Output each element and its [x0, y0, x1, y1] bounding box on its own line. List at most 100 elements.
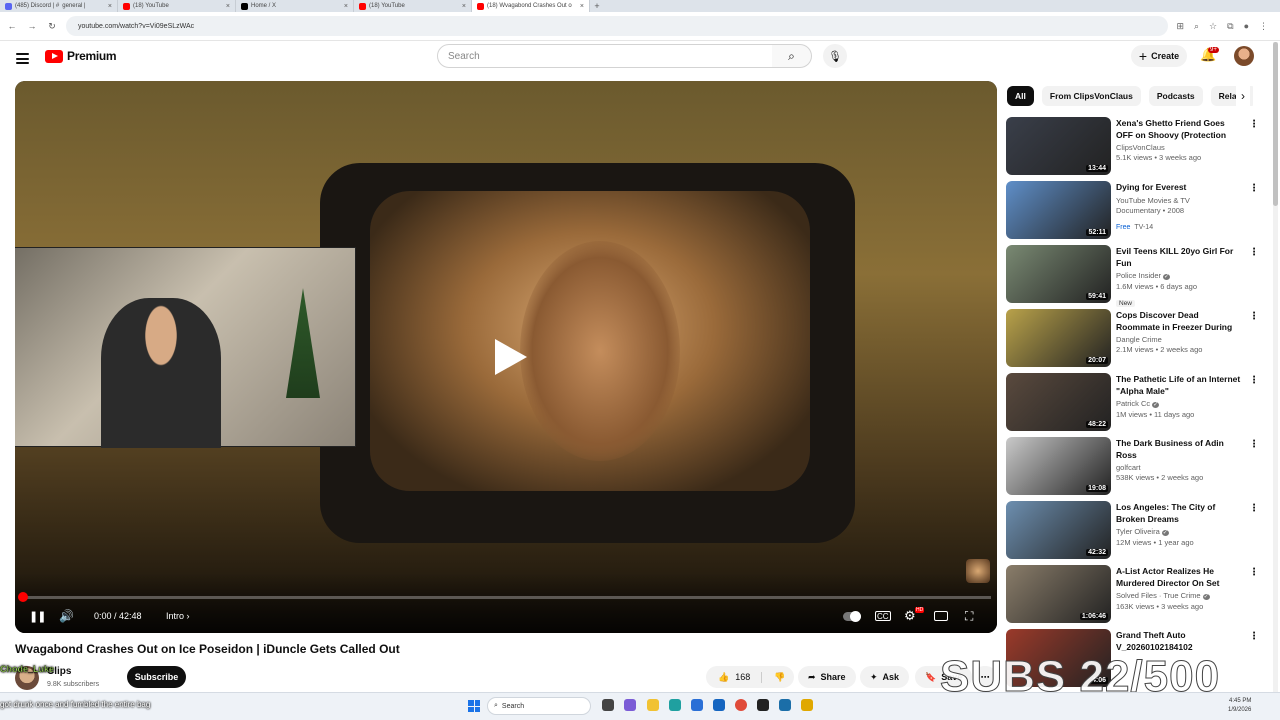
- windows-start-icon[interactable]: [468, 700, 480, 712]
- scrollbar-thumb[interactable]: [1273, 42, 1278, 206]
- video-thumbnail[interactable]: 19:08: [1006, 437, 1111, 495]
- chrome-icon[interactable]: [735, 699, 747, 711]
- address-bar[interactable]: youtube.com/watch?v=Vi09eSLzWAc: [66, 16, 1169, 36]
- recommendation-title[interactable]: Dying for Everest: [1116, 182, 1244, 194]
- video-thumbnail[interactable]: 48:22: [1006, 373, 1111, 431]
- more-options-icon[interactable]: ⋮: [1249, 183, 1259, 194]
- recommendation-item[interactable]: 42:32 Los Angeles: The City of Broken Dre…: [1006, 501, 1268, 565]
- settings-gear-icon[interactable]: ⚙: [904, 607, 916, 625]
- progress-bar[interactable]: [21, 596, 991, 599]
- recommendation-channel[interactable]: YouTube Movies & TV: [1116, 196, 1244, 206]
- forward-icon[interactable]: →: [26, 21, 38, 31]
- recommendation-channel[interactable]: Police Insider ✓: [1116, 271, 1244, 282]
- taskbar-clock[interactable]: 4:45 PM 1/9/2026: [1228, 697, 1251, 715]
- tab-close-icon[interactable]: ×: [462, 3, 466, 10]
- tab-close-icon[interactable]: ×: [580, 3, 584, 10]
- video-thumbnail[interactable]: 20:07: [1006, 309, 1111, 367]
- recommendation-title[interactable]: A-List Actor Realizes He Murdered Direct…: [1116, 566, 1244, 589]
- recommendation-item[interactable]: 48:22 The Pathetic Life of an Internet "A…: [1006, 373, 1268, 437]
- autoplay-toggle[interactable]: [843, 611, 861, 622]
- app-icon[interactable]: [801, 699, 813, 711]
- recommendation-channel[interactable]: Patrick Cc ✓: [1116, 399, 1244, 410]
- video-player[interactable]: ❚❚ 🔊 0:00 / 42:48 Intro › CC ⚙ HD ⛶: [15, 81, 997, 633]
- captions-button[interactable]: CC: [875, 611, 891, 621]
- recommendation-channel[interactable]: ClipsVonClaus: [1116, 143, 1244, 153]
- recommendation-title[interactable]: Los Angeles: The City of Broken Dreams: [1116, 502, 1244, 525]
- tab-close-icon[interactable]: ×: [226, 3, 230, 10]
- recommendation-item[interactable]: 13:44 Xena's Ghetto Friend Goes OFF on Sh…: [1006, 117, 1268, 181]
- install-icon[interactable]: ⊞: [1176, 21, 1184, 32]
- filter-chip[interactable]: From ClipsVonClaus: [1041, 86, 1141, 106]
- tab-close-icon[interactable]: ×: [108, 3, 112, 10]
- browser-tab[interactable]: Home / X ×: [236, 0, 354, 12]
- tab-close-icon[interactable]: ×: [344, 3, 348, 10]
- recommendation-channel[interactable]: Solved Files · True Crime ✓: [1116, 591, 1244, 602]
- subscribe-button[interactable]: Subscribe: [127, 666, 186, 688]
- youtube-premium-logo[interactable]: Premium: [45, 49, 117, 63]
- account-avatar[interactable]: [1234, 46, 1254, 66]
- edge-icon[interactable]: [669, 699, 681, 711]
- play-icon[interactable]: [491, 337, 527, 377]
- recommendation-title[interactable]: Xena's Ghetto Friend Goes OFF on Shoovy …: [1116, 118, 1244, 141]
- create-button[interactable]: + Create: [1131, 45, 1187, 67]
- recommendation-title[interactable]: Grand Theft Auto V_20260102184102: [1116, 630, 1244, 653]
- steam-icon[interactable]: [779, 699, 791, 711]
- file-explorer-icon[interactable]: [647, 699, 659, 711]
- zoom-icon[interactable]: ⌕: [1194, 21, 1199, 32]
- browser-tab[interactable]: (485) Discord | # general | ×: [0, 0, 118, 12]
- recommendation-title[interactable]: The Pathetic Life of an Internet "Alpha …: [1116, 374, 1244, 397]
- more-options-icon[interactable]: ⋮: [1249, 311, 1259, 322]
- video-thumbnail[interactable]: 52:11: [1006, 181, 1111, 239]
- filter-chip[interactable]: All: [1007, 86, 1034, 106]
- obs-icon[interactable]: [757, 699, 769, 711]
- video-thumbnail[interactable]: 1:06:46: [1006, 565, 1111, 623]
- extensions-icon[interactable]: ⧉: [1227, 21, 1233, 32]
- search-input[interactable]: Search: [437, 44, 773, 68]
- browser-tab[interactable]: (18) Wvagabond Crashes Out o ×: [472, 0, 590, 12]
- new-tab-button[interactable]: +: [590, 0, 604, 12]
- browser-tab[interactable]: (18) YouTube ×: [354, 0, 472, 12]
- more-options-icon[interactable]: ⋮: [1249, 375, 1259, 386]
- theater-mode-button[interactable]: [934, 611, 948, 621]
- ask-button[interactable]: ✦ Ask: [860, 666, 910, 688]
- back-icon[interactable]: ←: [6, 21, 18, 31]
- share-button[interactable]: ➦ Share: [798, 666, 856, 688]
- recommendation-title[interactable]: The Dark Business of Adin Ross: [1116, 438, 1244, 461]
- bookmark-star-icon[interactable]: ☆: [1209, 21, 1217, 32]
- pause-button[interactable]: ❚❚: [29, 607, 46, 625]
- recommendation-item[interactable]: 19:08 The Dark Business of Adin Ross golfc…: [1006, 437, 1268, 501]
- more-options-icon[interactable]: ⋮: [1249, 567, 1259, 578]
- recommendation-title[interactable]: Cops Discover Dead Roommate in Freezer D…: [1116, 310, 1244, 333]
- browser-menu-icon[interactable]: ⋮: [1259, 21, 1268, 32]
- recommendation-channel[interactable]: Tyler Oliveira ✓: [1116, 527, 1244, 538]
- mail-icon[interactable]: [713, 699, 725, 711]
- recommendation-item[interactable]: 52:11 Dying for Everest YouTube Movies & T…: [1006, 181, 1268, 245]
- filter-chip[interactable]: Podcasts: [1148, 86, 1203, 106]
- widgets-icon[interactable]: [624, 699, 636, 711]
- recommendation-channel[interactable]: Dangle Crime: [1116, 335, 1244, 345]
- task-view-icon[interactable]: [602, 699, 614, 711]
- search-button[interactable]: ⌕: [772, 44, 812, 68]
- recommendation-channel[interactable]: golfcart: [1116, 463, 1244, 473]
- video-thumbnail[interactable]: 42:32: [1006, 501, 1111, 559]
- reload-icon[interactable]: ↻: [46, 21, 58, 32]
- dislike-button[interactable]: 👎: [762, 672, 785, 683]
- more-options-icon[interactable]: ⋮: [1249, 119, 1259, 130]
- chapter-button[interactable]: Intro ›: [166, 607, 190, 625]
- hamburger-menu-icon[interactable]: [16, 53, 29, 64]
- recommendation-item[interactable]: 20:07 Cops Discover Dead Roommate in Free…: [1006, 309, 1268, 373]
- more-options-icon[interactable]: ⋮: [1249, 439, 1259, 450]
- volume-icon[interactable]: 🔊: [59, 607, 74, 625]
- more-options-icon[interactable]: ⋮: [1249, 503, 1259, 514]
- recommendation-item[interactable]: 1:06:46 A-List Actor Realizes He Murdered…: [1006, 565, 1268, 629]
- recommendation-title[interactable]: Evil Teens KILL 20yo Girl For Fun: [1116, 246, 1244, 269]
- taskbar-search[interactable]: ⌕ Search: [487, 697, 591, 715]
- like-button[interactable]: 👍 168: [706, 671, 762, 683]
- recommendation-item[interactable]: 59:41 Evil Teens KILL 20yo Girl For Fun Po…: [1006, 245, 1268, 309]
- video-thumbnail[interactable]: 59:41: [1006, 245, 1111, 303]
- video-thumbnail[interactable]: 13:44: [1006, 117, 1111, 175]
- voice-search-button[interactable]: 🎙: [823, 44, 847, 68]
- more-options-icon[interactable]: ⋮: [1249, 247, 1259, 258]
- progress-scrubber[interactable]: [18, 592, 28, 602]
- more-options-icon[interactable]: ⋮: [1249, 631, 1259, 642]
